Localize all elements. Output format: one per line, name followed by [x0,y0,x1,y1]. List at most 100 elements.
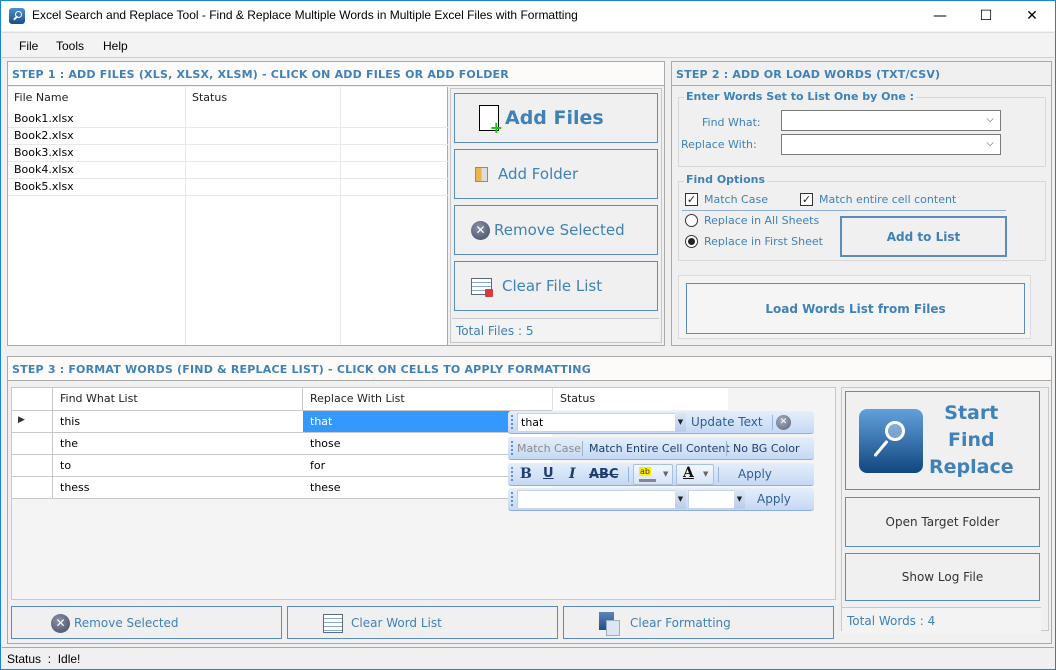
word-row-find[interactable]: to [54,457,77,474]
chevron-down-icon[interactable]: ⌵ [986,138,994,149]
edit-text-toolbar: that ▼ Update Text ✕ [508,411,814,434]
clear-word-list-button[interactable]: Clear Word List [287,606,558,639]
add-files-label: Add Files [505,107,604,129]
underline-button[interactable]: U [543,466,554,481]
add-to-list-button[interactable]: Add to List [840,216,1007,257]
chevron-down-icon[interactable]: ▼ [703,470,708,478]
italic-button[interactable]: I [569,466,576,482]
font-toolbar: ▼ ▼ Apply [508,488,814,511]
word-row-replace[interactable]: these [304,479,347,496]
window-title: Excel Search and Replace Tool - Find & R… [32,8,578,22]
find-options-heading: Find Options [684,173,768,186]
menu-help[interactable]: Help [103,39,128,53]
clear-word-list-label: Clear Word List [351,616,442,630]
match-entire-checkbox[interactable]: ✓ [800,193,813,206]
match-entire-label[interactable]: Match entire cell content [819,193,956,206]
font-name-dropdown[interactable]: ▼ [675,490,686,509]
no-bg-color-button[interactable]: No BG Color [733,442,800,455]
font-size-select[interactable] [688,490,736,509]
row-divider [12,432,552,433]
minimize-button[interactable]: — [917,1,963,31]
status-text: Status : Idle! [7,652,81,666]
match-case-checkbox[interactable]: ✓ [685,193,698,206]
add-files-button[interactable]: + Add Files [454,93,658,143]
toolbar-grip[interactable] [511,467,513,481]
total-files-box: Total Files : 5 [452,318,659,341]
match-case-label[interactable]: Match Case [704,193,768,206]
file-row[interactable]: Book5.xlsx [8,178,80,195]
open-target-folder-button[interactable]: Open Target Folder [845,497,1040,547]
word-row-replace[interactable]: that [304,413,338,430]
replace-all-sheets-radio[interactable] [685,214,698,227]
close-toolbar-icon[interactable]: ✕ [776,415,791,430]
chevron-down-icon[interactable]: ▼ [663,470,668,478]
word-row-find[interactable]: the [54,435,84,452]
clear-file-list-button[interactable]: Clear File List [454,261,658,311]
start-find-replace-button[interactable]: Start Find Replace [845,391,1040,490]
apply-font-button[interactable]: Apply [757,492,791,506]
maximize-button[interactable]: ☐ [963,1,1009,31]
column-header-status[interactable]: Status [554,388,728,410]
column-header-replace-with[interactable]: Replace With List [304,388,552,410]
column-header-status[interactable]: Status [186,87,341,109]
bold-button[interactable]: B [520,466,532,482]
font-size-dropdown[interactable]: ▼ [734,490,745,509]
column-divider [552,388,553,410]
column-header-file-name[interactable]: File Name [8,87,186,109]
font-color-button[interactable]: A ▼ [676,464,714,485]
chevron-down-icon[interactable]: ⌵ [986,114,994,125]
toolbar-separator [726,441,727,456]
total-words-box: Total Words : 4 [842,607,1041,634]
word-row-replace[interactable]: for [304,457,331,474]
clear-formatting-button[interactable]: Clear Formatting [563,606,834,639]
font-name-select[interactable] [517,490,677,509]
start-label-line: Replace [929,456,1014,478]
step3-header: STEP 3 : FORMAT WORDS (FIND & REPLACE LI… [8,357,1051,381]
replace-with-combo[interactable]: ⌵ [781,134,1001,155]
close-button[interactable]: ✕ [1009,1,1055,31]
menu-tools[interactable]: Tools [56,39,84,53]
replace-first-sheet-radio[interactable] [685,235,698,248]
column-header-find-what[interactable]: Find What List [54,388,302,410]
replace-first-sheet-label[interactable]: Replace in First Sheet [704,235,823,248]
file-row[interactable]: Book4.xlsx [8,161,80,178]
enter-words-group [678,97,1046,167]
word-row-replace[interactable]: those [304,435,347,452]
menu-file[interactable]: File [19,39,38,53]
toolbar-match-case-button[interactable]: Match Case [517,442,581,455]
enter-words-heading: Enter Words Set to List One by One : [684,90,917,103]
total-words-count: Total Words : 4 [847,614,936,628]
edit-text-input[interactable]: that [517,413,677,432]
replace-all-sheets-label[interactable]: Replace in All Sheets [704,214,819,227]
toolbar-match-entire-button[interactable]: Match Entire Cell Content [589,442,730,455]
column-divider [340,87,341,345]
toolbar-grip[interactable] [511,441,513,455]
step2-panel: STEP 2 : ADD OR LOAD WORDS (TXT/CSV) Ent… [671,61,1052,346]
toolbar-grip[interactable] [511,415,513,429]
edit-text-dropdown[interactable]: ▼ [675,413,686,432]
remove-selected-files-button[interactable]: ✕ Remove Selected [454,205,658,255]
load-words-button[interactable]: Load Words List from Files [686,283,1025,334]
strikethrough-button[interactable]: ABC [589,467,619,482]
apply-style-button[interactable]: Apply [738,467,772,481]
toolbar-grip[interactable] [511,492,513,506]
find-what-combo[interactable]: ⌵ [781,110,1001,131]
add-folder-button[interactable]: Add Folder [454,149,658,199]
update-text-button[interactable]: Update Text [691,415,763,429]
word-row-find[interactable]: thess [54,479,96,496]
row-divider [8,195,448,196]
file-row[interactable]: Book1.xlsx [8,110,80,127]
remove-icon: ✕ [51,614,70,633]
step2-header: STEP 2 : ADD OR LOAD WORDS (TXT/CSV) [672,62,1051,86]
highlight-color-button[interactable]: ab ▼ [633,464,673,485]
show-log-file-button[interactable]: Show Log File [845,553,1040,601]
file-row[interactable]: Book3.xlsx [8,144,80,161]
remove-selected-words-button[interactable]: ✕ Remove Selected [11,606,282,639]
font-style-toolbar: B U I ABC ab ▼ A ▼ Apply [508,463,814,486]
font-color-icon: A [683,465,694,481]
file-list-grid[interactable]: File Name Status Book1.xlsx Book2.xlsx B… [8,87,448,345]
word-row-find[interactable]: this [54,413,86,430]
file-row[interactable]: Book2.xlsx [8,127,80,144]
clear-list-icon [471,277,493,297]
step1-panel: STEP 1 : ADD FILES (XLS, XLSX, XLSM) - C… [7,61,665,346]
